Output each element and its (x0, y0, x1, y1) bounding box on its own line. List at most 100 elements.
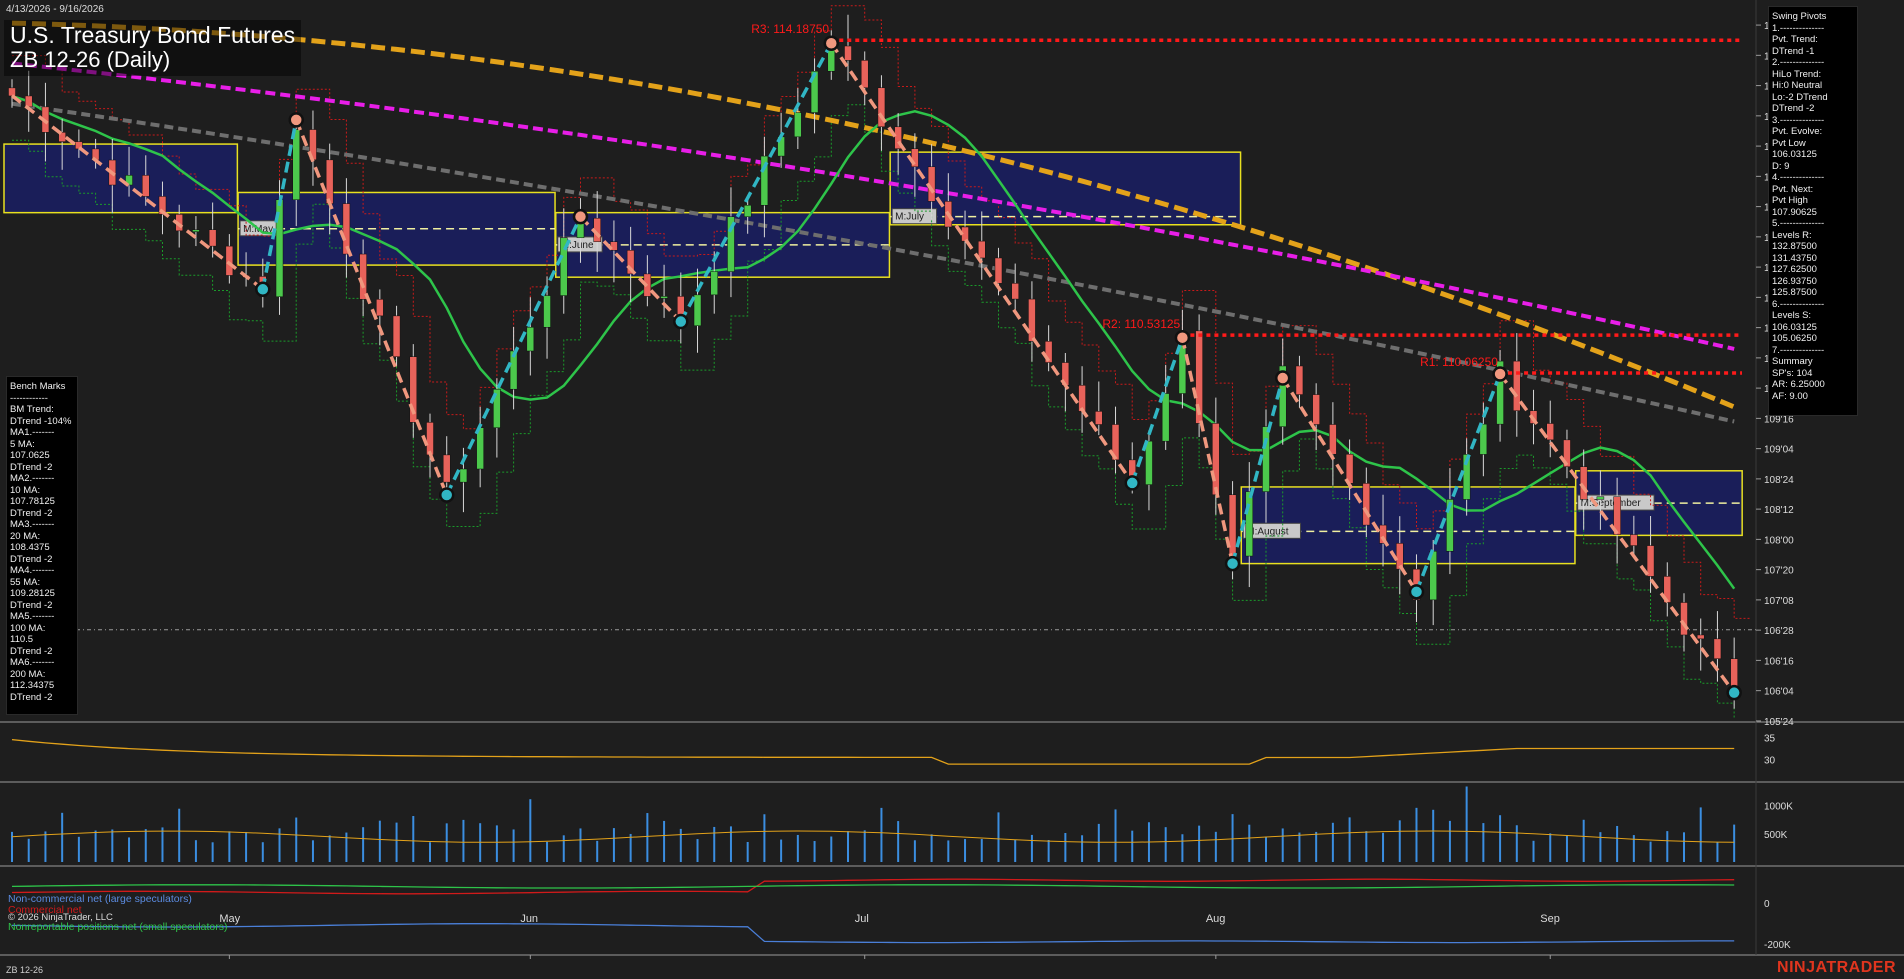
osc-tick-label: 30 (1764, 756, 1776, 767)
swing-pivots-line: Hi:0 Neutral (1772, 80, 1823, 91)
pivot-high-marker (288, 112, 304, 128)
volume-tick-label: 500K (1764, 830, 1788, 841)
bull-candle (1262, 426, 1270, 492)
pivot-high-marker (823, 35, 840, 51)
bear-candle (1011, 283, 1019, 300)
swing-leg (1180, 337, 1235, 564)
bench-marks-line: 10 MA: (10, 484, 41, 496)
bull-candle (292, 129, 300, 200)
price-tick-label: 109'16 (1764, 414, 1794, 425)
bear-candle (1028, 298, 1036, 342)
bench-marks-text: Bench Marks ------------ BM Trend: DTrend -… (7, 377, 77, 707)
bear-candle (994, 257, 1003, 284)
osc-tick-label: 35 (1764, 733, 1776, 744)
swing-pivots-line: DTrend -2 (1772, 103, 1815, 114)
month-label: Jul (855, 913, 869, 925)
volume-panel: 1000K 500K (11, 786, 1793, 862)
pivot-low-marker (1224, 555, 1241, 572)
pivot-low-marker (1726, 684, 1742, 701)
pivot-high-marker (1492, 366, 1508, 382)
swing-pivots-panel: Swing Pivots 1.-------------- Pvt. Trend: D… (1768, 6, 1858, 416)
oscillator-line (11, 738, 1735, 765)
swing-pivots-line: HiLo Trend: (1772, 68, 1822, 80)
bear-candle (978, 240, 986, 259)
cot-noncommercial-line (11, 923, 1735, 944)
bench-marks-line: DTrend -2 (10, 461, 53, 473)
instrument-label: ZB 12-26 (6, 965, 44, 975)
bench-marks-line: BM Trend: (10, 404, 54, 415)
bear-candle (844, 45, 852, 61)
bench-marks-line: DTrend -2 (10, 645, 53, 657)
legend-nonreportable: Nonreportable positions net (small specu… (8, 921, 228, 933)
swing-pivots-text: Swing Pivots 1.-------------- Pvt. Trend: D… (1769, 7, 1857, 406)
bench-marks-line: Bench Marks (10, 381, 66, 392)
swing-pivots-line: 105.06250 (1772, 333, 1817, 344)
bear-candle (1396, 543, 1404, 570)
bear-candle (1546, 423, 1554, 441)
bear-candle (359, 253, 367, 300)
cot-nonreportable-line (11, 884, 1735, 889)
price-tick-label: 108'00 (1764, 535, 1794, 546)
bear-candle (426, 422, 434, 456)
bench-marks-line: DTrend -2 (10, 507, 53, 519)
swing-pivots-line: 106.03125 (1772, 149, 1817, 160)
pivot-low-marker (673, 313, 689, 330)
swing-leg (1130, 337, 1185, 484)
bear-candle (442, 454, 451, 483)
swing-pivots-line: 4.-------------- (1772, 172, 1825, 183)
bull-candle (710, 271, 718, 296)
date-range: 4/13/2026 - 9/16/2026 (6, 4, 104, 15)
chart-subtitle: ZB 12-26 (Daily) (10, 47, 171, 72)
swing-pivots-line: 125.87500 (1772, 287, 1817, 298)
bull-candle (543, 295, 551, 328)
swing-pivots-line: Pvt. Evolve: (1772, 126, 1823, 137)
bear-candle (325, 159, 334, 204)
bull-candle (693, 294, 702, 326)
swing-pivots-line: 3.-------------- (1772, 114, 1825, 126)
swing-pivots-line: Pvt. Next: (1772, 183, 1814, 195)
swing-pivots-line: Pvt Low (1772, 137, 1806, 149)
bear-candle (392, 315, 401, 357)
bear-candle (860, 60, 869, 89)
pivot-low-marker (1124, 475, 1140, 491)
swing-pivots-line: Levels S: (1772, 310, 1812, 321)
price-tick-label: 106'04 (1764, 687, 1794, 698)
cot-tick-label: 0 (1764, 899, 1770, 910)
cot-tick-label: -200K (1764, 940, 1791, 951)
bear-candle (1630, 534, 1638, 546)
volume-tick-label: 1000K (1764, 802, 1793, 813)
bench-marks-line: 112.34375 (10, 680, 55, 691)
bear-candle (208, 229, 217, 247)
month-box (889, 151, 1242, 226)
swing-pivots-line: 106.03125 (1772, 321, 1817, 333)
month-box-label: M:September (1581, 498, 1642, 509)
bench-marks-line: DTrend -2 (10, 553, 53, 565)
bear-candle (1362, 483, 1371, 526)
bear-candle (1579, 466, 1588, 500)
price-tick-label: 107'08 (1764, 596, 1794, 607)
bull-candle (1145, 440, 1153, 485)
bear-candle (1329, 424, 1337, 455)
swing-pivots-line: 7.-------------- (1772, 344, 1825, 356)
bear-candle (8, 87, 16, 97)
swing-pivots-line: D: 9 (1772, 160, 1790, 172)
bench-marks-line: 55 MA: (10, 576, 41, 588)
bear-candle (1646, 545, 1655, 577)
bear-candle (1713, 638, 1722, 659)
bear-candle (376, 299, 384, 317)
swing-pivots-line: Levels R: (1772, 229, 1812, 241)
month-label: Aug (1206, 913, 1226, 925)
month-box-label: M:July (895, 212, 924, 223)
bench-marks-line: MA6.------- (10, 657, 55, 668)
bench-marks-line: 107.0625 (10, 450, 50, 461)
price-tick-label: 106'16 (1764, 656, 1794, 667)
swing-pivots-line: 131.43750 (1772, 252, 1817, 264)
swing-pivots-line: 1.-------------- (1772, 22, 1825, 34)
bench-marks-line: DTrend -2 (10, 691, 53, 703)
bear-candle (1295, 365, 1304, 395)
bear-candle (1095, 411, 1103, 425)
swing-leg (679, 42, 833, 323)
bench-marks-line: MA3.------- (10, 519, 55, 530)
bench-marks-line: 109.28125 (10, 588, 55, 599)
bench-marks-line: 100 MA: (10, 622, 46, 634)
